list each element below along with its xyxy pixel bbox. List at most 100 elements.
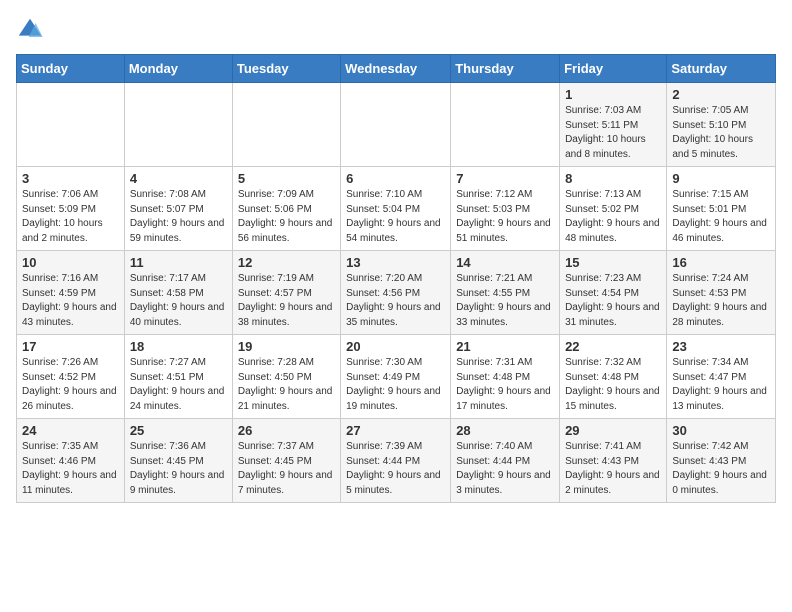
day-number: 21: [456, 339, 554, 354]
calendar-cell: 16Sunrise: 7:24 AM Sunset: 4:53 PM Dayli…: [667, 251, 776, 335]
day-number: 24: [22, 423, 119, 438]
calendar-cell: 2Sunrise: 7:05 AM Sunset: 5:10 PM Daylig…: [667, 83, 776, 167]
day-number: 13: [346, 255, 445, 270]
day-info: Sunrise: 7:13 AM Sunset: 5:02 PM Dayligh…: [565, 188, 661, 246]
day-number: 11: [130, 255, 227, 270]
calendar-cell: 4Sunrise: 7:08 AM Sunset: 5:07 PM Daylig…: [124, 167, 232, 251]
day-number: 10: [22, 255, 119, 270]
calendar-cell: 10 Sunrise: 7:16 AM Sunset: 4:59 PM Dayli…: [17, 251, 125, 335]
calendar-cell: 6 Sunrise: 7:10 AM Sunset: 5:04 PM Daylig…: [341, 167, 451, 251]
day-info: Sunrise: 7:27 AM Sunset: 4:51 PM Dayligh…: [130, 356, 227, 414]
calendar-week-5: 24 Sunrise: 7:35 AM Sunset: 4:46 PM Dayli…: [17, 419, 776, 503]
calendar-cell: 22 Sunrise: 7:32 AM Sunset: 4:48 PM Dayli…: [560, 335, 667, 419]
weekday-header-saturday: Saturday: [667, 55, 776, 83]
day-number: 30: [672, 423, 770, 438]
day-number: 9: [672, 171, 770, 186]
day-info: Sunrise: 7:40 AM Sunset: 4:44 PM Dayligh…: [456, 440, 554, 498]
weekday-header-friday: Friday: [560, 55, 667, 83]
day-info: Sunrise: 7:09 AM Sunset: 5:06 PM Dayligh…: [238, 188, 335, 246]
day-info: Sunrise: 7:16 AM Sunset: 4:59 PM Dayligh…: [22, 272, 119, 330]
weekday-header-sunday: Sunday: [17, 55, 125, 83]
weekday-header-tuesday: Tuesday: [232, 55, 340, 83]
calendar-cell: 25Sunrise: 7:36 AM Sunset: 4:45 PM Dayli…: [124, 419, 232, 503]
calendar-cell: [124, 83, 232, 167]
day-number: 5: [238, 171, 335, 186]
day-number: 17: [22, 339, 119, 354]
day-info: Sunrise: 7:06 AM Sunset: 5:09 PM Dayligh…: [22, 188, 119, 246]
calendar-body: 1 Sunrise: 7:03 AM Sunset: 5:11 PM Daylig…: [17, 83, 776, 503]
day-number: 8: [565, 171, 661, 186]
calendar-cell: 21 Sunrise: 7:31 AM Sunset: 4:48 PM Dayli…: [451, 335, 560, 419]
day-info: Sunrise: 7:31 AM Sunset: 4:48 PM Dayligh…: [456, 356, 554, 414]
calendar-cell: 3 Sunrise: 7:06 AM Sunset: 5:09 PM Daylig…: [17, 167, 125, 251]
day-info: Sunrise: 7:12 AM Sunset: 5:03 PM Dayligh…: [456, 188, 554, 246]
day-number: 6: [346, 171, 445, 186]
calendar-cell: [341, 83, 451, 167]
calendar-week-4: 17 Sunrise: 7:26 AM Sunset: 4:52 PM Dayli…: [17, 335, 776, 419]
day-number: 16: [672, 255, 770, 270]
calendar-header: SundayMondayTuesdayWednesdayThursdayFrid…: [17, 55, 776, 83]
day-info: Sunrise: 7:23 AM Sunset: 4:54 PM Dayligh…: [565, 272, 661, 330]
calendar-cell: 12 Sunrise: 7:19 AM Sunset: 4:57 PM Dayli…: [232, 251, 340, 335]
weekday-header-monday: Monday: [124, 55, 232, 83]
day-info: Sunrise: 7:08 AM Sunset: 5:07 PM Dayligh…: [130, 188, 227, 246]
calendar-cell: 18 Sunrise: 7:27 AM Sunset: 4:51 PM Dayli…: [124, 335, 232, 419]
calendar-cell: 9 Sunrise: 7:15 AM Sunset: 5:01 PM Daylig…: [667, 167, 776, 251]
calendar-cell: 13 Sunrise: 7:20 AM Sunset: 4:56 PM Dayli…: [341, 251, 451, 335]
day-number: 19: [238, 339, 335, 354]
day-number: 12: [238, 255, 335, 270]
day-info: Sunrise: 7:32 AM Sunset: 4:48 PM Dayligh…: [565, 356, 661, 414]
day-number: 26: [238, 423, 335, 438]
day-info: Sunrise: 7:19 AM Sunset: 4:57 PM Dayligh…: [238, 272, 335, 330]
day-number: 18: [130, 339, 227, 354]
calendar-cell: 15 Sunrise: 7:23 AM Sunset: 4:54 PM Dayli…: [560, 251, 667, 335]
day-info: Sunrise: 7:10 AM Sunset: 5:04 PM Dayligh…: [346, 188, 445, 246]
calendar-cell: 20Sunrise: 7:30 AM Sunset: 4:49 PM Dayli…: [341, 335, 451, 419]
day-number: 25: [130, 423, 227, 438]
day-number: 14: [456, 255, 554, 270]
calendar-cell: 17 Sunrise: 7:26 AM Sunset: 4:52 PM Dayli…: [17, 335, 125, 419]
calendar-table: SundayMondayTuesdayWednesdayThursdayFrid…: [16, 54, 776, 503]
calendar-cell: 1 Sunrise: 7:03 AM Sunset: 5:11 PM Daylig…: [560, 83, 667, 167]
logo-icon: [16, 16, 44, 44]
calendar-cell: [17, 83, 125, 167]
day-info: Sunrise: 7:20 AM Sunset: 4:56 PM Dayligh…: [346, 272, 445, 330]
weekday-header-thursday: Thursday: [451, 55, 560, 83]
calendar-week-3: 10 Sunrise: 7:16 AM Sunset: 4:59 PM Dayli…: [17, 251, 776, 335]
page-header: [16, 16, 776, 44]
day-number: 28: [456, 423, 554, 438]
day-number: 7: [456, 171, 554, 186]
day-info: Sunrise: 7:35 AM Sunset: 4:46 PM Dayligh…: [22, 440, 119, 498]
day-info: Sunrise: 7:26 AM Sunset: 4:52 PM Dayligh…: [22, 356, 119, 414]
day-info: Sunrise: 7:15 AM Sunset: 5:01 PM Dayligh…: [672, 188, 770, 246]
day-number: 27: [346, 423, 445, 438]
weekday-row: SundayMondayTuesdayWednesdayThursdayFrid…: [17, 55, 776, 83]
day-info: Sunrise: 7:34 AM Sunset: 4:47 PM Dayligh…: [672, 356, 770, 414]
day-info: Sunrise: 7:39 AM Sunset: 4:44 PM Dayligh…: [346, 440, 445, 498]
calendar-cell: 11Sunrise: 7:17 AM Sunset: 4:58 PM Dayli…: [124, 251, 232, 335]
day-info: Sunrise: 7:37 AM Sunset: 4:45 PM Dayligh…: [238, 440, 335, 498]
day-info: Sunrise: 7:05 AM Sunset: 5:10 PM Dayligh…: [672, 104, 770, 162]
day-info: Sunrise: 7:28 AM Sunset: 4:50 PM Dayligh…: [238, 356, 335, 414]
day-number: 1: [565, 87, 661, 102]
day-number: 22: [565, 339, 661, 354]
calendar-cell: 28 Sunrise: 7:40 AM Sunset: 4:44 PM Dayli…: [451, 419, 560, 503]
day-info: Sunrise: 7:41 AM Sunset: 4:43 PM Dayligh…: [565, 440, 661, 498]
calendar-cell: 29Sunrise: 7:41 AM Sunset: 4:43 PM Dayli…: [560, 419, 667, 503]
day-info: Sunrise: 7:42 AM Sunset: 4:43 PM Dayligh…: [672, 440, 770, 498]
calendar-week-2: 3 Sunrise: 7:06 AM Sunset: 5:09 PM Daylig…: [17, 167, 776, 251]
day-number: 3: [22, 171, 119, 186]
calendar-cell: 5 Sunrise: 7:09 AM Sunset: 5:06 PM Daylig…: [232, 167, 340, 251]
calendar-cell: [232, 83, 340, 167]
calendar-cell: 27 Sunrise: 7:39 AM Sunset: 4:44 PM Dayli…: [341, 419, 451, 503]
day-number: 20: [346, 339, 445, 354]
calendar-cell: 30 Sunrise: 7:42 AM Sunset: 4:43 PM Dayli…: [667, 419, 776, 503]
logo: [16, 16, 48, 44]
calendar-cell: 7 Sunrise: 7:12 AM Sunset: 5:03 PM Daylig…: [451, 167, 560, 251]
calendar-cell: 24 Sunrise: 7:35 AM Sunset: 4:46 PM Dayli…: [17, 419, 125, 503]
calendar-cell: 23Sunrise: 7:34 AM Sunset: 4:47 PM Dayli…: [667, 335, 776, 419]
calendar-cell: 26 Sunrise: 7:37 AM Sunset: 4:45 PM Dayli…: [232, 419, 340, 503]
day-number: 15: [565, 255, 661, 270]
calendar-cell: 19 Sunrise: 7:28 AM Sunset: 4:50 PM Dayli…: [232, 335, 340, 419]
day-info: Sunrise: 7:03 AM Sunset: 5:11 PM Dayligh…: [565, 104, 661, 162]
